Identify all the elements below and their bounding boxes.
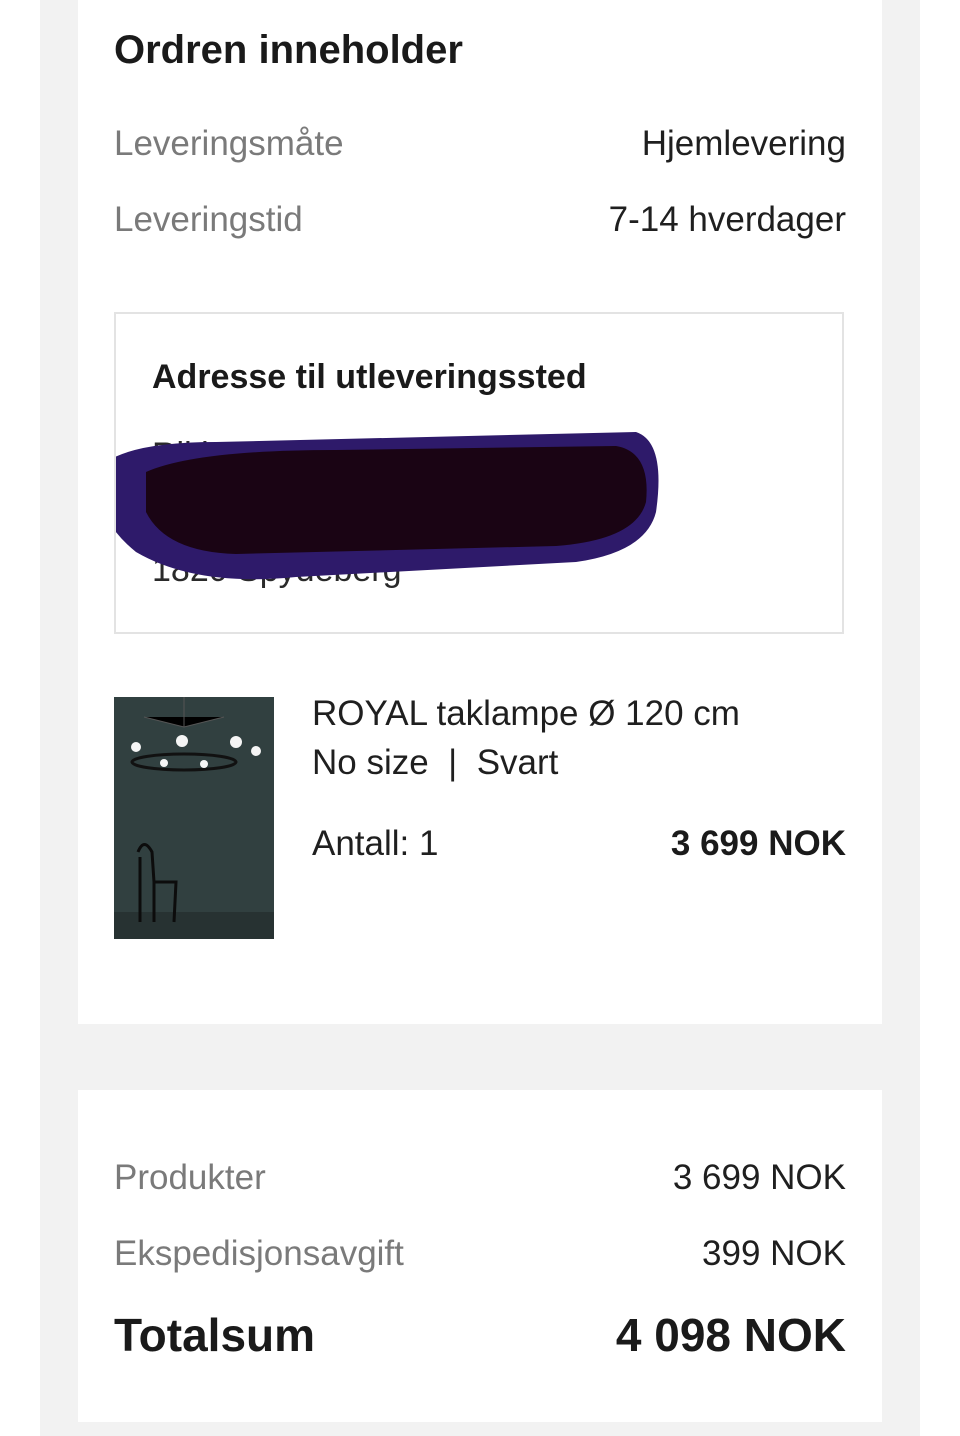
- shipping-fee-value: 399 NOK: [702, 1234, 846, 1273]
- chandelier-photo-icon: [114, 697, 274, 939]
- product-image[interactable]: [114, 697, 274, 939]
- pickup-address-title: Adresse til utleveringssted: [152, 358, 587, 396]
- product-quantity: Antall: 1: [312, 824, 439, 863]
- order-summary-card: Produkter 3 699 NOK Ekspedisjonsavgift 3…: [78, 1090, 882, 1422]
- order-contents-card: Ordren inneholder Leveringsmåte Hjemleve…: [78, 0, 882, 1024]
- address-name: Rikke unnerud Unnerud Unnerud: [152, 436, 651, 474]
- order-contents-title: Ordren inneholder: [114, 28, 463, 72]
- address-postal: 1820 Spydeberg: [152, 551, 402, 589]
- total-value: 4 098 NOK: [615, 1309, 846, 1361]
- product-price: 3 699 NOK: [670, 824, 846, 863]
- address-street: Kavaleriveien 7: [152, 494, 385, 532]
- product-variant: No size | Svart: [312, 743, 559, 782]
- products-subtotal-value: 3 699 NOK: [672, 1158, 846, 1197]
- product-name[interactable]: ROYAL taklampe Ø 120 cm: [312, 694, 740, 734]
- delivery-time-label: Leveringstid: [114, 200, 303, 239]
- shipping-fee-label: Ekspedisjonsavgift: [114, 1234, 404, 1273]
- products-subtotal-label: Produkter: [114, 1158, 266, 1197]
- pickup-address-box: Adresse til utleveringssted Rikke unneru…: [114, 312, 844, 634]
- delivery-time-value: 7-14 hverdager: [608, 200, 846, 239]
- total-label: Totalsum: [114, 1309, 316, 1361]
- delivery-method-label: Leveringsmåte: [114, 124, 344, 163]
- delivery-method-value: Hjemlevering: [641, 124, 846, 163]
